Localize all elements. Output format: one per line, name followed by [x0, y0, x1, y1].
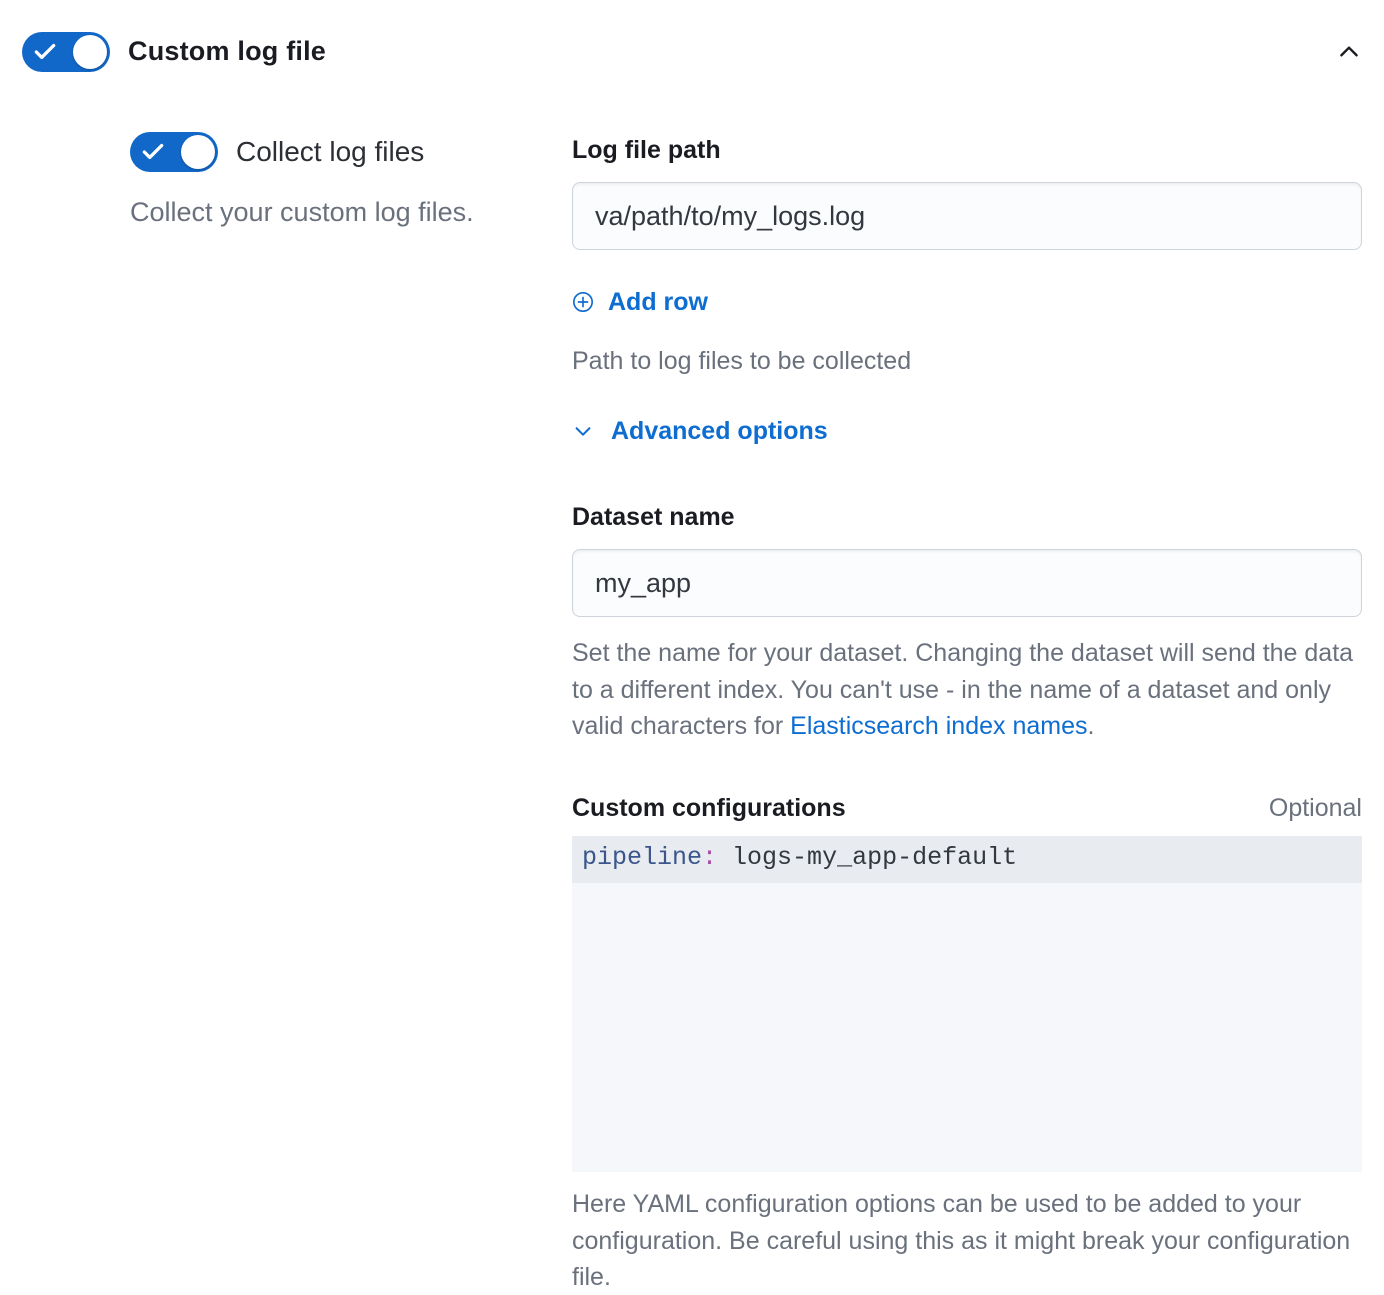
custom-config-optional: Optional: [1269, 790, 1362, 826]
collect-log-files-toggle[interactable]: [130, 132, 218, 172]
log-path-helper: Path to log files to be collected: [572, 343, 1362, 379]
advanced-options-toggle[interactable]: Advanced options: [572, 413, 828, 449]
dataset-name-label: Dataset name: [572, 499, 1362, 535]
toggle-knob: [181, 135, 215, 169]
collect-description: Collect your custom log files.: [130, 193, 532, 232]
check-icon: [140, 139, 166, 165]
advanced-options-label: Advanced options: [611, 413, 828, 449]
yaml-key: pipeline: [582, 843, 702, 872]
custom-config-helper: Here YAML configuration options can be u…: [572, 1186, 1362, 1295]
dataset-helper-post: .: [1088, 712, 1095, 740]
custom-config-editor[interactable]: pipeline: logs-my_app-default: [572, 836, 1362, 1172]
log-path-input[interactable]: [572, 182, 1362, 250]
chevron-down-icon: [572, 420, 594, 442]
custom-log-file-toggle[interactable]: [22, 32, 110, 72]
check-icon: [32, 39, 58, 65]
add-row-button[interactable]: Add row: [572, 284, 708, 320]
elasticsearch-index-names-link[interactable]: Elasticsearch index names: [790, 712, 1087, 740]
toggle-knob: [73, 35, 107, 69]
dataset-helper: Set the name for your dataset. Changing …: [572, 635, 1362, 744]
collect-label: Collect log files: [236, 132, 424, 173]
plus-circle-icon: [572, 291, 594, 313]
log-path-label: Log file path: [572, 132, 1362, 168]
section-title: Custom log file: [128, 32, 326, 71]
add-row-label: Add row: [608, 284, 708, 320]
yaml-colon: :: [702, 843, 717, 872]
dataset-name-input[interactable]: [572, 549, 1362, 617]
collapse-button[interactable]: [1336, 39, 1362, 65]
custom-config-label: Custom configurations: [572, 790, 846, 826]
yaml-value: logs-my_app-default: [717, 843, 1017, 872]
